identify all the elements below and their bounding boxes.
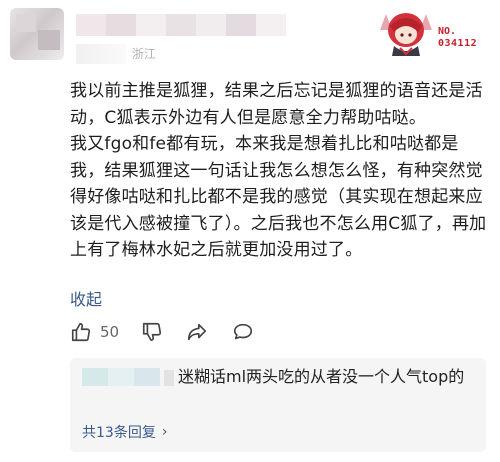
reply-preview[interactable]: 迷糊话ml两头吃的从者没一个人气top的 共13条回复 ›: [70, 358, 486, 452]
view-replies-label: 共13条回复: [82, 425, 156, 441]
badge-number: NO. 034112: [438, 26, 488, 50]
meta-blur-mask: [76, 44, 126, 64]
comment-icon: [234, 323, 253, 340]
comment-header: | 属地：浙江 NO. 034112: [0, 0, 500, 72]
dislike-button[interactable]: [141, 321, 163, 343]
like-button[interactable]: 50: [70, 321, 139, 343]
avatar-pixel-block: [38, 30, 60, 50]
share-button[interactable]: [185, 321, 209, 343]
share-icon: [188, 323, 207, 341]
avatar[interactable]: [10, 8, 64, 60]
comment-paragraph: 我以前主推是狐狸，结果之后忘记是狐狸的语音还是活动，C狐表示外边有人但是愿意全力…: [70, 81, 483, 128]
comment-body: 我以前主推是狐狸，结果之后忘记是狐狸的语音还是活动，C狐表示外边有人但是愿意全力…: [70, 78, 490, 264]
reply-button[interactable]: [231, 321, 255, 343]
badge-no-label: NO.: [438, 26, 457, 37]
reply-text: 迷糊话ml两头吃的从者没一个人气top的: [178, 367, 465, 386]
anime-avatar-badge-icon: [380, 13, 432, 56]
badge-no-value: 034112: [438, 38, 478, 49]
collapse-link[interactable]: 收起: [70, 286, 102, 310]
like-count: 50: [100, 323, 120, 341]
chevron-right-icon: ›: [161, 424, 168, 440]
user-badge: NO. 034112: [376, 8, 488, 58]
thumbs-down-icon: [143, 322, 162, 342]
avatar-pixel-block: [16, 14, 36, 32]
username-blurred[interactable]: [76, 14, 286, 36]
comment-actions: 50: [70, 318, 490, 346]
thumbs-up-icon: [71, 322, 91, 342]
view-replies-link[interactable]: 共13条回复 ›: [82, 422, 167, 442]
comment-paragraph: 我又fgo和fe都有玩，本来我是想着扎比和咕哒都是我，结果狐狸这一句话让我怎么想…: [70, 134, 487, 260]
